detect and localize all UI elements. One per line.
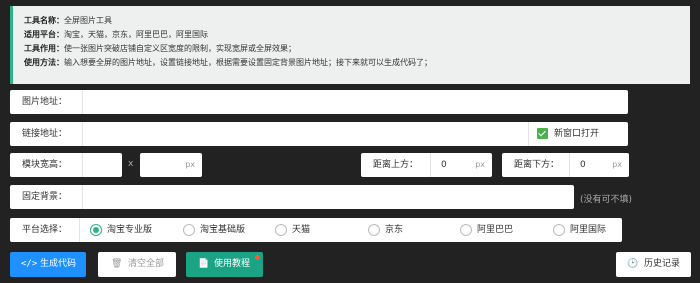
- clear-all-label: 清空全部: [128, 259, 165, 269]
- generate-code-label: 生成代码: [40, 259, 77, 269]
- history-label: 历史记录: [644, 259, 681, 269]
- info-panel: 工具名称：全屏图片工具 适用平台：淘宝，天猫，京东，阿里巴巴，阿里国际 工具作用…: [10, 6, 690, 84]
- new-window-option[interactable]: 新窗口打开: [528, 122, 628, 146]
- info-purpose: 工具作用：使一张图片突破店铺自定义区宽度的限制，实现宽屏或全屏效果；: [24, 44, 296, 53]
- info-tool-name: 工具名称：全屏图片工具: [24, 16, 112, 25]
- new-window-checkbox[interactable]: [537, 128, 548, 139]
- fixed-bg-hint: (没有可不填): [580, 195, 633, 205]
- radio-alibaba[interactable]: [460, 224, 472, 236]
- radio-taobao-pro[interactable]: [90, 224, 102, 236]
- generate-code-button[interactable]: </> 生成代码: [10, 252, 86, 277]
- top-distance-input[interactable]: [435, 153, 475, 177]
- radio-jd[interactable]: [368, 224, 380, 236]
- new-window-label: 新窗口打开: [554, 129, 600, 139]
- tutorial-button[interactable]: 📄 使用教程: [186, 252, 263, 277]
- platform-label: 平台选择：: [10, 218, 80, 242]
- clear-all-button[interactable]: 🗑 清空全部: [98, 252, 176, 277]
- image-url-row: 图片地址：: [10, 90, 628, 114]
- top-distance-field: 距离上方： px: [361, 153, 492, 177]
- radio-alibaba-intl[interactable]: [553, 224, 565, 236]
- width-input[interactable]: [84, 153, 122, 177]
- image-url-label: 图片地址：: [10, 90, 83, 114]
- top-distance-label: 距离上方：: [361, 153, 431, 177]
- tutorial-label: 使用教程: [214, 259, 251, 269]
- image-url-input[interactable]: [84, 90, 624, 114]
- radio-taobao-basic[interactable]: [183, 224, 195, 236]
- bottom-distance-unit: px: [612, 160, 622, 169]
- module-size-label: 模块宽高：: [10, 153, 83, 177]
- radio-tmall[interactable]: [275, 224, 287, 236]
- info-usage: 使用方法：输入想要全屏的图片地址，设置链接地址，根据需要设置固定背景图片地址；接…: [24, 58, 432, 67]
- fixed-bg-label: 固定背景：: [10, 185, 83, 209]
- height-input[interactable]: [140, 153, 182, 177]
- radio-alibaba-intl-label: 阿里国际: [570, 225, 607, 235]
- notification-dot: [255, 255, 260, 260]
- height-field: px: [140, 153, 202, 177]
- link-url-row: 链接地址： 新窗口打开: [10, 122, 628, 146]
- radio-alibaba-label: 阿里巴巴: [477, 225, 514, 235]
- radio-jd-label: 京东: [385, 225, 404, 235]
- size-separator: x: [128, 159, 134, 169]
- radio-taobao-basic-label: 淘宝基础版: [200, 225, 246, 235]
- link-url-input[interactable]: [84, 122, 524, 146]
- trash-icon: 🗑: [111, 259, 123, 269]
- radio-taobao-pro-label: 淘宝专业版: [107, 225, 153, 235]
- history-button[interactable]: 🕑 历史记录: [616, 252, 691, 277]
- code-icon: </>: [21, 259, 38, 269]
- document-icon: 📄: [198, 259, 210, 269]
- bottom-distance-field: 距离下方： px: [502, 153, 629, 177]
- bottom-distance-label: 距离下方：: [502, 153, 570, 177]
- link-url-label: 链接地址：: [10, 122, 83, 146]
- fixed-bg-row: 固定背景：: [10, 185, 574, 209]
- bottom-distance-input[interactable]: [574, 153, 612, 177]
- top-distance-unit: px: [475, 160, 485, 169]
- info-platforms: 适用平台：淘宝，天猫，京东，阿里巴巴，阿里国际: [24, 30, 208, 39]
- height-unit: px: [185, 160, 195, 169]
- platform-row: 平台选择： 淘宝专业版 淘宝基础版 天猫 京东 阿里巴巴 阿里国际: [10, 218, 622, 242]
- radio-tmall-label: 天猫: [292, 225, 311, 235]
- fixed-bg-input[interactable]: [84, 185, 570, 209]
- width-field: 模块宽高：: [10, 153, 122, 177]
- clock-icon: 🕑: [627, 259, 639, 269]
